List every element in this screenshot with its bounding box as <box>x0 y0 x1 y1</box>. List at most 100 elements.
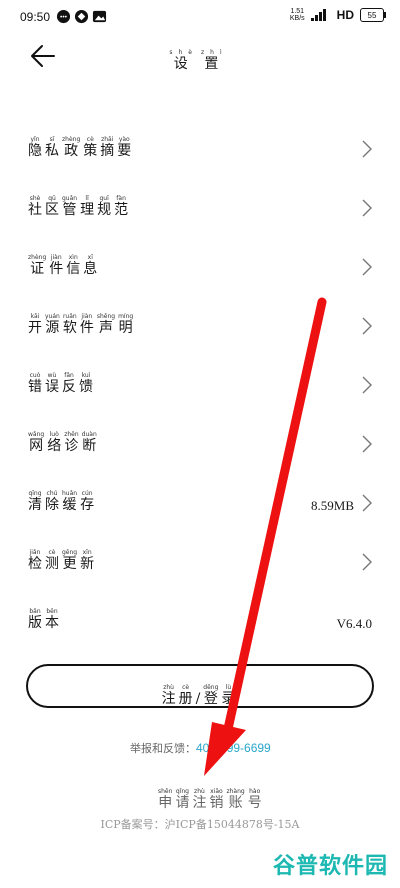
hanzi: 申 <box>158 795 173 811</box>
report-line: 举报和反馈：400-999-6699 <box>130 740 271 756</box>
ruby-char: guī 规 <box>97 195 111 218</box>
cache-size: 8.59MB <box>311 498 354 513</box>
ruby-char: jiàn 件 <box>80 313 94 336</box>
pinyin: shēn <box>158 788 173 795</box>
menu-item-label: bǎn 版 běn 本 <box>28 608 62 631</box>
ruby-char: dēng 登 <box>203 684 218 707</box>
hanzi: 设 <box>173 56 194 72</box>
battery-icon: 55 <box>360 8 386 22</box>
ruby-char: cuò 错 <box>28 372 42 395</box>
menu-item-open-source[interactable]: kāi 开 yuán 源 ruǎn 软 jiàn 件 shēng 声 míng 明 <box>28 313 378 343</box>
ruby-char: guǎn 管 <box>62 195 77 218</box>
hanzi: 错 <box>28 379 42 395</box>
hanzi: 件 <box>49 261 64 277</box>
menu-item-network-diagnosis[interactable]: wǎng 网 luò 络 zhěn 诊 duàn 断 <box>28 431 378 461</box>
ruby-char: kuì 馈 <box>79 372 93 395</box>
ruby-char: bǎn 版 <box>28 608 42 631</box>
pinyin: jiàn <box>50 254 62 261</box>
pinyin: zhāi <box>101 136 114 143</box>
ruby-char: qīng 清 <box>28 490 42 513</box>
hanzi: 登 <box>203 691 218 707</box>
hanzi: 检 <box>28 556 42 572</box>
pinyin: bǎn <box>29 608 41 615</box>
report-phone-link[interactable]: 400-999-6699 <box>196 741 271 755</box>
status-bar: 09:50 1.51 KB/s HD 55 <box>0 0 400 34</box>
hanzi: 声 <box>98 320 113 336</box>
hanzi: 请 <box>175 795 190 811</box>
hanzi: 软 <box>62 320 77 336</box>
pinyin: shè <box>29 195 41 202</box>
ruby-char: gēng 更 <box>62 549 77 572</box>
hanzi: 摘 <box>100 143 115 159</box>
menu-item-check-update[interactable]: jiǎn 检 cè 测 gēng 更 xīn 新 <box>28 549 378 579</box>
hanzi: 误 <box>45 379 59 395</box>
ruby-char: qǐng 请 <box>175 788 189 811</box>
ruby-char: cún 存 <box>80 490 94 513</box>
hanzi: 本 <box>45 615 59 631</box>
hanzi: 诊 <box>64 438 79 454</box>
hanzi: 馈 <box>79 379 93 395</box>
hanzi: 明 <box>118 320 133 336</box>
menu-item-clear-cache[interactable]: qīng 清 chú 除 huǎn 缓 cún 存 8.59MB <box>28 490 378 520</box>
watermark-logo: 谷普软件园 <box>272 854 388 879</box>
hanzi: / <box>195 691 201 707</box>
hanzi: 注 <box>161 691 176 707</box>
pinyin: dēng <box>203 684 219 691</box>
pinyin: duàn <box>81 431 97 438</box>
pinyin: fǎn <box>64 372 74 379</box>
hanzi: 隐 <box>28 143 42 159</box>
hanzi: 规 <box>97 202 112 218</box>
pinyin: cè <box>182 684 190 691</box>
hanzi: 开 <box>28 320 42 336</box>
ruby-char: chú 除 <box>45 490 59 513</box>
pinyin: cuò <box>29 372 41 379</box>
ruby-char: ruǎn 软 <box>63 313 77 336</box>
menu-item-label: kāi 开 yuán 源 ruǎn 软 jiàn 件 shēng 声 míng 明 <box>28 313 136 336</box>
menu-item-community-rules[interactable]: shè 社 qū 区 guǎn 管 lǐ 理 guī 规 fàn 范 <box>28 195 378 225</box>
ruby-char: xiāo 销 <box>209 788 223 811</box>
menu-item-privacy-summary[interactable]: yǐn 隐 sī 私 zhèng 政 cè 策 zhāi 摘 yào 要 <box>28 136 378 166</box>
menu-item-label: wǎng 网 luò 络 zhěn 诊 duàn 断 <box>28 431 100 454</box>
ruby-char: shè 社 <box>28 195 42 218</box>
hanzi: 件 <box>79 320 94 336</box>
register-login-button[interactable]: zhù 注 cè 册 / dēng 登 lù 录 <box>26 664 374 708</box>
hanzi: 注 <box>192 795 207 811</box>
pinyin: yuán <box>45 313 60 320</box>
pinyin: qīng <box>28 490 42 497</box>
menu-item-label: shè 社 qū 区 guǎn 管 lǐ 理 guī 规 fàn 范 <box>28 195 131 218</box>
pinyin: zhù <box>194 788 205 795</box>
pinyin: chú <box>46 490 58 497</box>
hanzi: 版 <box>28 615 42 631</box>
ruby-char: yào 要 <box>117 136 131 159</box>
report-label: 举报和反馈： <box>130 742 196 755</box>
hanzi: 册 <box>178 691 193 707</box>
pinyin: ruǎn <box>62 313 77 320</box>
pinyin: fàn <box>116 195 126 202</box>
hanzi: 理 <box>80 202 95 218</box>
ruby-char: wù 误 <box>45 372 59 395</box>
pinyin: zhàng <box>226 788 245 795</box>
pinyin: luò <box>49 431 59 438</box>
deregister-account-link[interactable]: shēn 申 qǐng 请 zhù 注 xiāo 销 zhàng 账 hào 号 <box>158 778 265 811</box>
chevron-right-icon <box>362 317 372 335</box>
icp-record: ICP备案号：沪ICP备15044878号-15A <box>100 818 300 831</box>
hanzi: 证 <box>30 261 45 277</box>
pinyin: qǐng <box>175 788 189 795</box>
hanzi: 新 <box>80 556 95 572</box>
hanzi: 销 <box>209 795 224 811</box>
pinyin: gēng <box>62 549 78 556</box>
ruby-char: zhù 注 <box>162 684 176 707</box>
chevron-right-icon <box>362 199 372 217</box>
hanzi: 区 <box>45 202 59 218</box>
pinyin: guī <box>99 195 109 202</box>
ruby-char: jiǎn 检 <box>28 549 42 572</box>
pinyin: wǎng <box>28 431 45 438</box>
register-login-label: zhù 注 cè 册 / dēng 登 lù 录 <box>162 684 239 707</box>
pinyin: lù <box>225 684 232 691</box>
menu-item-license-info[interactable]: zhèng 证 jiàn 件 xìn 信 xī 息 <box>28 254 378 284</box>
pinyin: cè <box>86 136 94 143</box>
menu-item-feedback[interactable]: cuò 错 wù 误 fǎn 反 kuì 馈 <box>28 372 378 402</box>
hanzi: 政 <box>64 143 79 159</box>
hanzi: 策 <box>83 143 98 159</box>
chevron-right-icon <box>362 553 372 571</box>
